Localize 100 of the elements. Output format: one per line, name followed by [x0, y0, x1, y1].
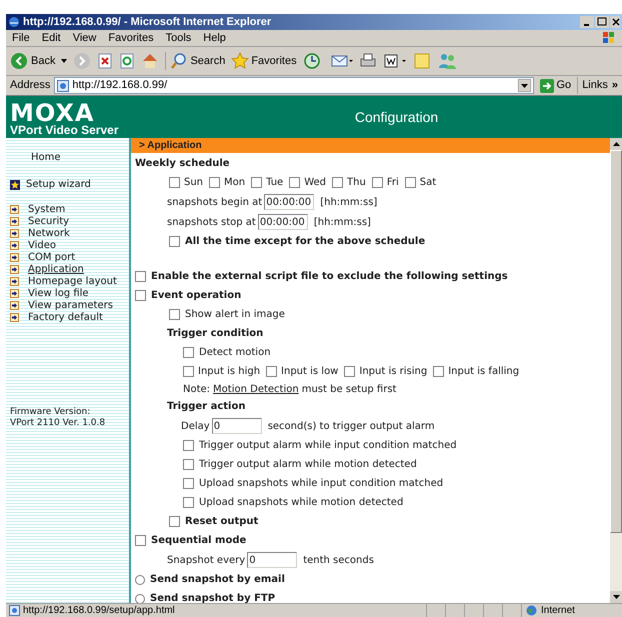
sidebar-item[interactable]: View log file: [28, 286, 89, 300]
field-hint: second(s) to trigger output alarm: [268, 420, 435, 434]
go-arrow-icon: [540, 78, 554, 92]
input-field[interactable]: 0: [247, 552, 298, 568]
more-chevron[interactable]: »: [612, 77, 618, 94]
stop-icon[interactable]: [97, 53, 114, 69]
radio-button[interactable]: [135, 594, 145, 604]
sidebar-item[interactable]: Factory default: [28, 310, 103, 324]
checkbox[interactable]: [372, 177, 383, 188]
checkbox[interactable]: [183, 459, 194, 470]
checkbox[interactable]: [183, 478, 194, 489]
checkbox[interactable]: [266, 366, 278, 377]
checkbox-label: Input is falling: [448, 365, 520, 379]
menu-item[interactable]: Tools: [166, 30, 192, 46]
checkbox[interactable]: [169, 177, 180, 188]
close-icon[interactable]: [610, 16, 620, 28]
input-field[interactable]: 00:00:00: [264, 194, 314, 210]
star-icon: [10, 180, 20, 190]
checkbox[interactable]: [209, 177, 220, 188]
checkbox[interactable]: [433, 366, 444, 377]
checkbox[interactable]: [169, 236, 180, 247]
logo: MOXA: [10, 102, 95, 124]
edit-icon[interactable]: [382, 52, 407, 70]
checkbox[interactable]: [183, 347, 194, 358]
menu-item[interactable]: Favorites: [108, 30, 154, 46]
zone-label: Internet: [541, 604, 575, 617]
checkbox[interactable]: [183, 497, 194, 508]
address-label: Address: [10, 78, 50, 94]
checkbox-label: Trigger output alarm while motion detected: [199, 458, 417, 472]
checkbox[interactable]: [289, 177, 300, 188]
checkbox[interactable]: [169, 309, 180, 320]
star-icon: [231, 52, 250, 70]
arrow-bullet-icon: [10, 228, 19, 238]
checkbox[interactable]: [183, 366, 194, 377]
go-button[interactable]: Go: [538, 77, 574, 94]
input-field[interactable]: 0: [212, 418, 262, 434]
radio-label: Send snapshot by FTP: [150, 592, 276, 606]
logo-subtitle: VPort Video Server: [10, 124, 120, 137]
checkbox[interactable]: [135, 535, 146, 546]
dropdown-icon[interactable]: [518, 79, 530, 92]
scroll-down-icon[interactable]: [612, 595, 620, 599]
motion-detection-link[interactable]: Motion Detection: [213, 382, 299, 396]
checkbox-label: Input is rising: [359, 365, 428, 379]
checkbox[interactable]: [344, 366, 356, 377]
checkbox-label: Detect motion: [199, 346, 271, 360]
menu-item[interactable]: Help: [203, 30, 226, 46]
checkbox-label: Show alert in image: [185, 308, 285, 322]
checkbox-label: Sat: [420, 176, 436, 190]
scroll-up-icon[interactable]: [612, 142, 620, 146]
menu-item[interactable]: File: [12, 30, 30, 46]
checkbox[interactable]: [332, 177, 344, 188]
links-label[interactable]: Links: [577, 77, 608, 94]
address-field[interactable]: http://192.168.0.99/: [54, 77, 534, 94]
checkbox-label: Tue: [266, 176, 284, 190]
sidebar-item[interactable]: COM port: [28, 250, 76, 264]
search-button[interactable]: Search: [165, 52, 226, 70]
checkbox-label: Enable the external script file to exclude the following settings: [151, 270, 508, 284]
maximize-icon[interactable]: [595, 16, 609, 28]
history-icon[interactable]: [302, 52, 321, 70]
checkbox-label: Thu: [347, 176, 366, 190]
checkbox[interactable]: [135, 271, 146, 282]
arrow-bullet-icon: [10, 216, 19, 226]
checkbox-label: Mon: [224, 176, 246, 190]
minimize-icon[interactable]: [580, 16, 594, 28]
sidebar-item[interactable]: Security: [28, 214, 70, 228]
arrow-bullet-icon: [10, 312, 19, 322]
menu-item[interactable]: View: [72, 30, 96, 46]
note-text: must be setup first: [302, 382, 396, 396]
home-icon[interactable]: [141, 52, 160, 70]
scrollbar[interactable]: [610, 138, 622, 603]
field-hint: [hh:mm:ss]: [314, 216, 371, 230]
checkbox[interactable]: [183, 440, 194, 451]
refresh-icon[interactable]: [119, 53, 136, 69]
sidebar-item[interactable]: Video: [28, 238, 56, 252]
search-icon: [170, 52, 188, 70]
windows-logo-icon: [602, 31, 616, 45]
checkbox[interactable]: [169, 516, 180, 527]
checkbox[interactable]: [135, 290, 146, 301]
checkbox-label: Reset output: [185, 515, 258, 529]
sidebar-item[interactable]: Network: [28, 226, 70, 240]
checkbox[interactable]: [404, 177, 416, 188]
setup-wizard-link[interactable]: Setup wizard: [26, 177, 91, 192]
home-link[interactable]: Home: [31, 150, 129, 165]
sidebar-item[interactable]: System: [28, 202, 66, 216]
menu-item[interactable]: Edit: [42, 30, 61, 46]
arrow-bullet-icon: [10, 300, 19, 310]
firmware-text: Firmware Version:: [10, 407, 92, 418]
breadcrumb: > Application: [139, 139, 202, 153]
sidebar-item[interactable]: View parameters: [28, 298, 113, 312]
note-text: Note:: [183, 382, 210, 396]
caret-icon[interactable]: [61, 59, 68, 63]
input-field[interactable]: 00:00:00: [258, 214, 308, 230]
back-button[interactable]: Back: [10, 52, 56, 70]
sidebar-item[interactable]: Application: [28, 262, 84, 276]
checkbox-label: Wed: [304, 176, 326, 190]
page-icon: [9, 605, 20, 616]
radio-button[interactable]: [135, 574, 145, 584]
sidebar-item[interactable]: Homepage layout: [28, 274, 117, 288]
checkbox[interactable]: [251, 177, 262, 188]
favorites-button[interactable]: Favorites: [231, 52, 297, 70]
